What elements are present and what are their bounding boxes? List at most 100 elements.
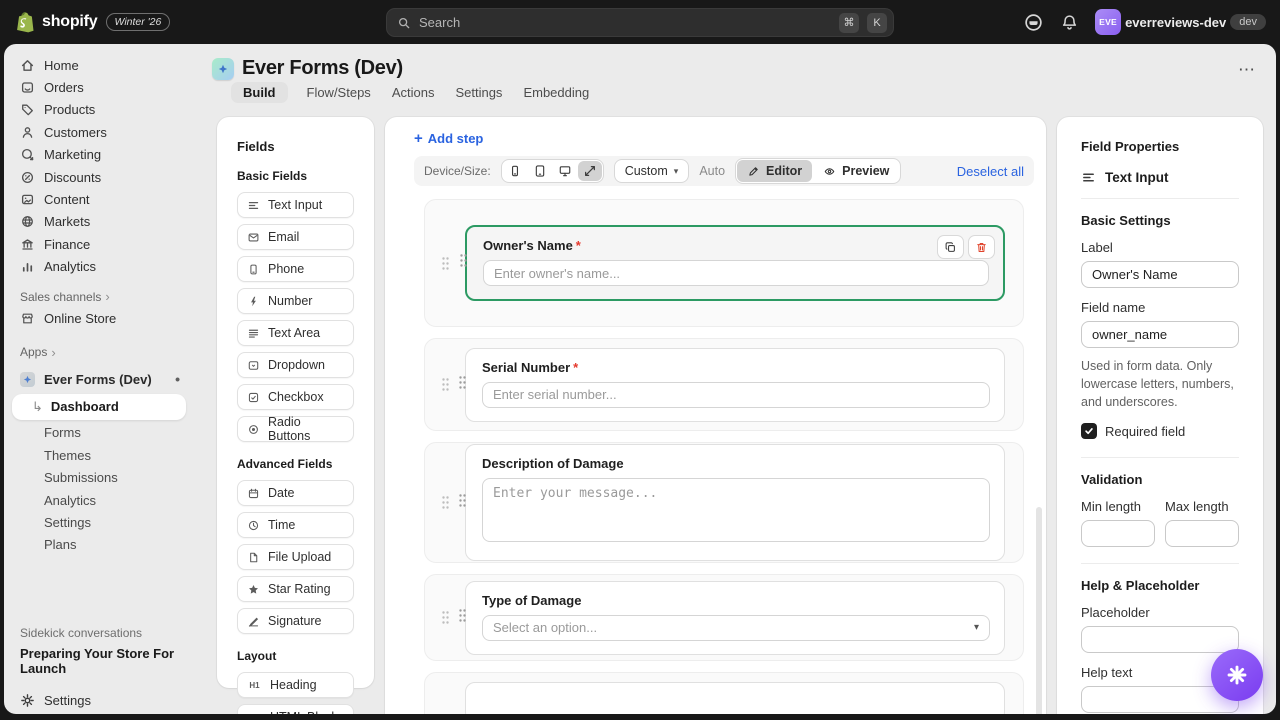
tab-build[interactable]: Build [231,82,288,103]
field-button-signature[interactable]: Signature [237,608,354,634]
field-button-file-upload[interactable]: File Upload [237,544,354,570]
apps-header[interactable]: Apps › [4,342,196,362]
field-button-label: Date [268,486,294,500]
field-button-phone[interactable]: Phone [237,256,354,282]
size-preset-dropdown[interactable]: Custom ▾ [614,159,690,183]
app-name-label: Ever Forms (Dev) [44,372,152,387]
form-field-description-of-damage[interactable]: Description of Damage [465,444,1005,561]
editor-preview-toggle: Editor Preview [735,158,901,184]
field-button-radio-buttons[interactable]: Radio Buttons [237,416,354,442]
form-field-partial[interactable] [465,682,1005,714]
device-tablet-button[interactable] [528,161,552,181]
field-button-time[interactable]: Time [237,512,354,538]
field-name-input[interactable] [1081,321,1239,348]
sales-channels-header[interactable]: Sales channels › [4,287,196,307]
tab-actions[interactable]: Actions [390,82,437,103]
more-actions-button[interactable]: ⋯ [1238,60,1256,80]
min-length-input[interactable] [1081,520,1155,547]
canvas-scrollbar[interactable] [1036,507,1042,714]
sidebar-item-online-store[interactable]: Online Store [4,307,196,329]
field-button-label: File Upload [268,550,331,564]
sidebar-item-ever-forms-app[interactable]: Ever Forms (Dev) • [4,368,196,390]
serial-number-input[interactable] [482,382,990,408]
sidebar-item-content[interactable]: Content [4,188,196,210]
sidekick-fab-button[interactable] [1211,649,1263,701]
field-button-heading[interactable]: H1 Heading [237,672,354,698]
sidekick-icon[interactable] [1023,12,1044,33]
preview-mode-button[interactable]: Preview [813,160,899,182]
sidebar-item-markets[interactable]: Markets [4,211,196,233]
shopify-wordmark: shopify [42,13,98,31]
sidekick-conversation-item[interactable]: Preparing Your Store For Launch [20,646,188,676]
sidebar-item-home[interactable]: Home [4,54,196,76]
sidebar-item-settings-app[interactable]: Settings [4,511,196,533]
app-context-dot[interactable]: • [175,372,180,386]
field-button-star-rating[interactable]: Star Rating [237,576,354,602]
deselect-all-link[interactable]: Deselect all [957,164,1024,179]
field-button-number[interactable]: Number [237,288,354,314]
sidebar-item-label: Products [44,102,95,117]
device-phone-button[interactable] [503,161,527,181]
sidebar-item-analytics[interactable]: Analytics [4,256,196,278]
global-search-input[interactable]: Search ⌘ K [386,8,894,37]
sales-channels-label: Sales channels [20,290,101,304]
field-button-label: Star Rating [268,582,331,596]
add-step-button[interactable]: + Add step [414,131,483,146]
duplicate-field-button[interactable] [937,235,964,259]
description-textarea[interactable] [482,478,990,542]
field-button-checkbox[interactable]: Checkbox [237,384,354,410]
editor-mode-button[interactable]: Editor [737,160,812,182]
sidebar-item-orders[interactable]: Orders [4,76,196,98]
field-button-label: Heading [270,678,317,692]
drag-handle[interactable] [459,494,466,512]
version-badge: Winter '26 [106,13,171,31]
duplicate-icon [944,241,957,254]
tab-flow-steps[interactable]: Flow/Steps [305,82,373,103]
advanced-fields-header: Advanced Fields [237,457,354,471]
form-field-owner-name[interactable]: Owner's Name* [465,225,1005,301]
sidebar-item-customers[interactable]: Customers [4,121,196,143]
basic-settings-header: Basic Settings [1081,213,1239,228]
field-button-dropdown[interactable]: Dropdown [237,352,354,378]
placeholder-input[interactable] [1081,626,1239,653]
tab-embedding[interactable]: Embedding [521,82,591,103]
sidebar-item-dashboard[interactable]: ↳ Dashboard [12,394,186,420]
drag-handle[interactable] [460,254,467,272]
size-preset-value: Custom [625,164,668,178]
notifications-bell-icon[interactable] [1060,13,1079,32]
form-field-serial-number[interactable]: Serial Number* [465,348,1005,422]
form-field-type-of-damage[interactable]: Type of Damage Select an option... ▾ [465,581,1005,655]
sidebar-item-forms[interactable]: Forms [4,422,196,444]
drag-handle[interactable] [425,257,465,270]
device-desktop-button[interactable] [553,161,577,181]
field-button-date[interactable]: Date [237,480,354,506]
sidebar-item-analytics-app[interactable]: Analytics [4,489,196,511]
field-button-text-area[interactable]: Text Area [237,320,354,346]
sidebar-item-plans[interactable]: Plans [4,534,196,556]
account-menu[interactable]: EVE everreviews-dev dev [1095,9,1266,35]
sidebar-item-discounts[interactable]: Discounts [4,166,196,188]
sidebar-item-settings[interactable]: Settings [4,688,196,712]
type-of-damage-select[interactable]: Select an option... ▾ [482,615,990,641]
field-button-html-block[interactable]: </> HTML Block [237,704,354,714]
tab-settings[interactable]: Settings [453,82,504,103]
sidebar-item-marketing[interactable]: Marketing [4,144,196,166]
apps-label: Apps [20,345,47,359]
field-button-text-input[interactable]: Text Input [237,192,354,218]
device-fullwidth-button[interactable] [578,161,602,181]
field-button-email[interactable]: Email [237,224,354,250]
checkbox-checked-icon[interactable] [1081,423,1097,439]
sidebar-item-submissions[interactable]: Submissions [4,466,196,488]
required-field-checkbox-row[interactable]: Required field [1081,423,1239,439]
owner-name-input[interactable] [483,260,989,286]
sidebar-item-themes[interactable]: Themes [4,444,196,466]
drag-handle[interactable] [459,376,466,394]
label-input[interactable] [1081,261,1239,288]
sidebar-item-finance[interactable]: Finance [4,233,196,255]
shopify-logo[interactable]: shopify Winter '26 [14,0,170,44]
delete-field-button[interactable] [968,235,995,259]
drag-handle[interactable] [459,609,466,627]
sidebar-item-products[interactable]: Products [4,99,196,121]
max-length-input[interactable] [1165,520,1239,547]
sidebar-item-label: Home [44,58,79,73]
